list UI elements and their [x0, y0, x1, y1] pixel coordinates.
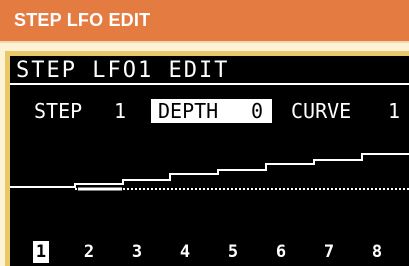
banner-title: STEP LFO EDIT — [14, 10, 151, 30]
parameter-row: STEP 1 DEPTH 0 CURVE 1 — [10, 96, 409, 126]
lcd-header: STEP LFO1 EDIT — [10, 56, 409, 85]
step-number-6[interactable]: 6 — [273, 241, 289, 263]
step-selector: 1 2 3 4 5 6 7 8 — [10, 241, 409, 266]
step-label: STEP — [34, 99, 83, 123]
step-number-8[interactable]: 8 — [369, 241, 385, 263]
step-value[interactable]: 1 — [114, 96, 126, 126]
step-number-1[interactable]: 1 — [33, 241, 49, 263]
step-number-2[interactable]: 2 — [81, 241, 97, 263]
depth-label[interactable]: DEPTH — [158, 96, 218, 126]
step-number-4[interactable]: 4 — [177, 241, 193, 263]
curve-label: CURVE — [291, 99, 352, 123]
lcd-screen: STEP LFO1 EDIT STEP 1 DEPTH 0 CURVE 1 1 2… — [5, 51, 409, 266]
step-number-3[interactable]: 3 — [129, 241, 145, 263]
step-number-5[interactable]: 5 — [225, 241, 241, 263]
step-number-7[interactable]: 7 — [321, 241, 337, 263]
depth-value[interactable]: 0 — [251, 96, 263, 126]
curve-value[interactable]: 1 — [388, 96, 400, 126]
screen-title: STEP LFO1 EDIT — [16, 58, 230, 83]
lfo-step-graph — [10, 153, 409, 191]
lfo-curve — [10, 153, 409, 188]
page-banner: STEP LFO EDIT — [0, 0, 409, 43]
